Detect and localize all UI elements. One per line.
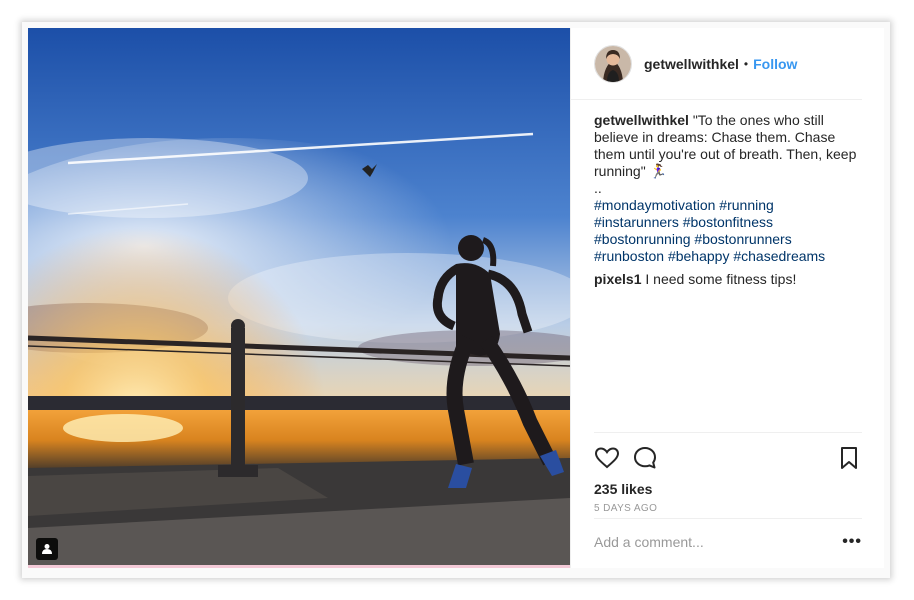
comment-bubble-icon[interactable] [632,445,658,471]
hashtag-link[interactable]: #instarunners [594,214,679,230]
bookmark-icon[interactable] [836,445,862,471]
more-options-icon[interactable]: ••• [842,533,862,551]
action-icons [594,445,862,471]
likes-count[interactable]: 235 likes [594,481,862,497]
hashtag-link[interactable]: #running [719,197,774,213]
action-bar: 235 likes 5 DAYS AGO [594,432,862,514]
hashtag-link[interactable]: #bostonrunning [594,231,691,247]
person-tag-icon[interactable] [36,538,58,560]
hashtag-link[interactable]: #bostonrunners [694,231,791,247]
hashtag-block: #mondaymotivation #running #instarunners… [594,197,862,265]
runner-sunset-image [28,28,570,568]
heart-icon[interactable] [594,445,620,471]
comment-item: pixels1 I need some fitness tips! [594,271,862,288]
post-header: getwellwithkel • Follow [571,28,862,100]
separator-dot: • [743,56,749,71]
hashtag-link[interactable]: #mondaymotivation [594,197,715,213]
follow-button[interactable]: Follow [753,56,797,72]
post-photo[interactable] [28,28,570,568]
hashtag-link[interactable]: #runboston [594,248,664,264]
comment-username[interactable]: pixels1 [594,271,641,287]
add-comment-bar: Add a comment... ••• [594,518,862,565]
post-side-panel: getwellwithkel • Follow getwellwithkel "… [570,28,884,568]
post-timestamp[interactable]: 5 DAYS AGO [594,503,862,514]
add-comment-input[interactable]: Add a comment... [594,534,842,550]
comment-text: I need some fitness tips! [645,271,797,287]
hashtag-line: #instarunners #bostonfitness [594,214,862,231]
caption-dots: .. [594,180,602,196]
avatar[interactable] [594,44,632,83]
header-username[interactable]: getwellwithkel [644,56,739,72]
hashtag-line: #bostonrunning #bostonrunners [594,231,862,248]
caption-username[interactable]: getwellwithkel [594,112,689,128]
caption: getwellwithkel "To the ones who still be… [594,112,862,180]
hashtag-link[interactable]: #bostonfitness [683,214,773,230]
hashtag-line: #mondaymotivation #running [594,197,862,214]
hashtag-line: #runboston #behappy #chasedreams [594,248,862,265]
hashtag-link[interactable]: #chasedreams [733,248,825,264]
comments-list: getwellwithkel "To the ones who still be… [571,100,884,288]
hashtag-link[interactable]: #behappy [668,248,730,264]
